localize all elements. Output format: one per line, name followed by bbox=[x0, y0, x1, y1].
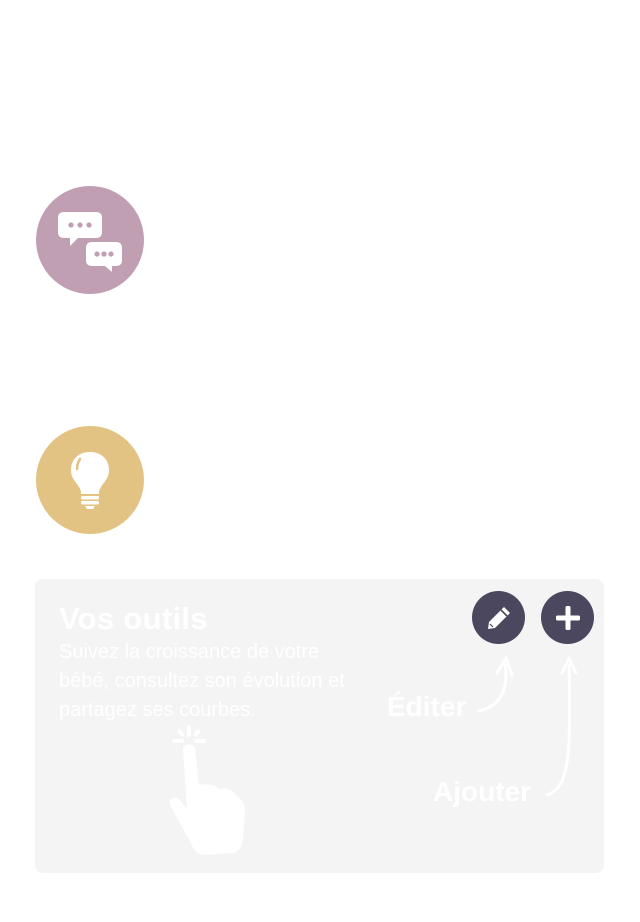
tools-title: Vos outils bbox=[59, 601, 208, 636]
chat-feature-icon bbox=[36, 186, 144, 294]
edit-hint-label: Éditer bbox=[387, 691, 467, 722]
tips-feature-icon bbox=[36, 426, 144, 534]
chat-bubbles-icon bbox=[58, 212, 122, 272]
pencil-icon bbox=[487, 606, 510, 629]
edit-button[interactable] bbox=[472, 591, 525, 644]
tools-card: Vos outils Suivez la croissance de votre… bbox=[35, 579, 604, 873]
tap-hand-icon bbox=[169, 725, 245, 855]
tools-description: Suivez la croissance de votre bébé, cons… bbox=[59, 641, 345, 721]
add-button[interactable] bbox=[541, 591, 594, 644]
add-hint-label: Ajouter bbox=[433, 776, 531, 807]
plus-icon bbox=[555, 605, 580, 630]
lightbulb-icon bbox=[71, 452, 109, 509]
